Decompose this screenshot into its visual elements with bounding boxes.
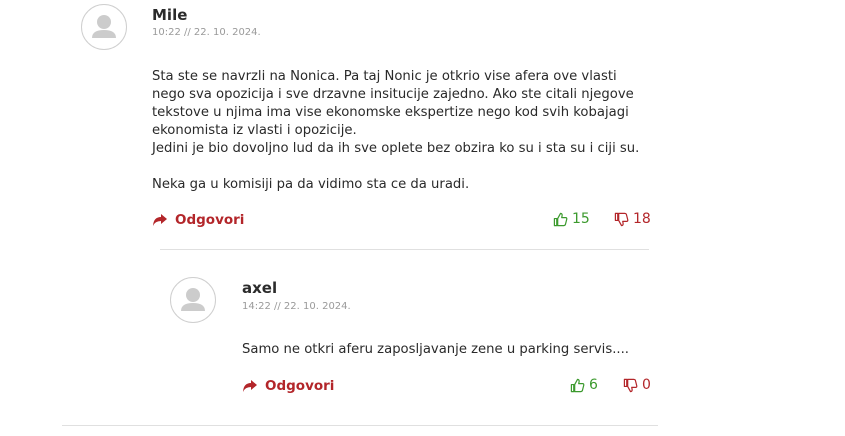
comment-author: axel: [242, 279, 278, 297]
comment-paragraph: Neka ga u komisiji pa da vidimo sta ce d…: [152, 177, 470, 192]
comment: Mile 10:22 // 22. 10. 2024. Sta ste se n…: [0, 0, 845, 250]
reply-button[interactable]: Odgovori: [242, 378, 334, 394]
comment-paragraph: [152, 158, 652, 176]
comment-author: Mile: [152, 6, 188, 24]
comment-divider: [62, 425, 658, 426]
avatar: [170, 277, 216, 323]
dislike-button[interactable]: 0: [623, 377, 651, 393]
thumbs-up-icon: [553, 212, 568, 226]
comment-paragraph: Jedini je bio dovoljno lud da ih sve opl…: [152, 141, 640, 156]
comment-reply: axel 14:22 // 22. 10. 2024. Samo ne otkr…: [0, 250, 845, 430]
reply-label: Odgovori: [175, 212, 245, 228]
comment-paragraph: Samo ne otkri aferu zaposljavanje zene u…: [242, 342, 629, 357]
comment-body: Samo ne otkri aferu zaposljavanje zene u…: [242, 341, 662, 359]
comment-paragraph: Sta ste se navrzli na Nonica. Pa taj Non…: [152, 69, 634, 138]
avatar: [81, 4, 127, 50]
reply-button[interactable]: Odgovori: [152, 212, 244, 228]
like-button[interactable]: 6: [570, 377, 598, 393]
comment-body: Sta ste se navrzli na Nonica. Pa taj Non…: [152, 68, 652, 194]
share-arrow-icon: [243, 380, 257, 392]
user-avatar-icon: [181, 288, 205, 311]
dislike-count: 0: [642, 377, 651, 393]
thumbs-up-icon: [570, 378, 585, 392]
dislike-count: 18: [633, 211, 651, 227]
reply-label: Odgovori: [265, 378, 335, 394]
thumbs-down-icon: [614, 212, 629, 226]
dislike-button[interactable]: 18: [614, 211, 651, 227]
comment-timestamp: 10:22 // 22. 10. 2024.: [152, 27, 261, 38]
like-count: 6: [589, 377, 598, 393]
user-avatar-icon: [92, 15, 116, 38]
like-count: 15: [572, 211, 590, 227]
thumbs-down-icon: [623, 378, 638, 392]
comment-timestamp: 14:22 // 22. 10. 2024.: [242, 301, 351, 312]
share-arrow-icon: [153, 214, 167, 226]
like-button[interactable]: 15: [553, 211, 590, 227]
